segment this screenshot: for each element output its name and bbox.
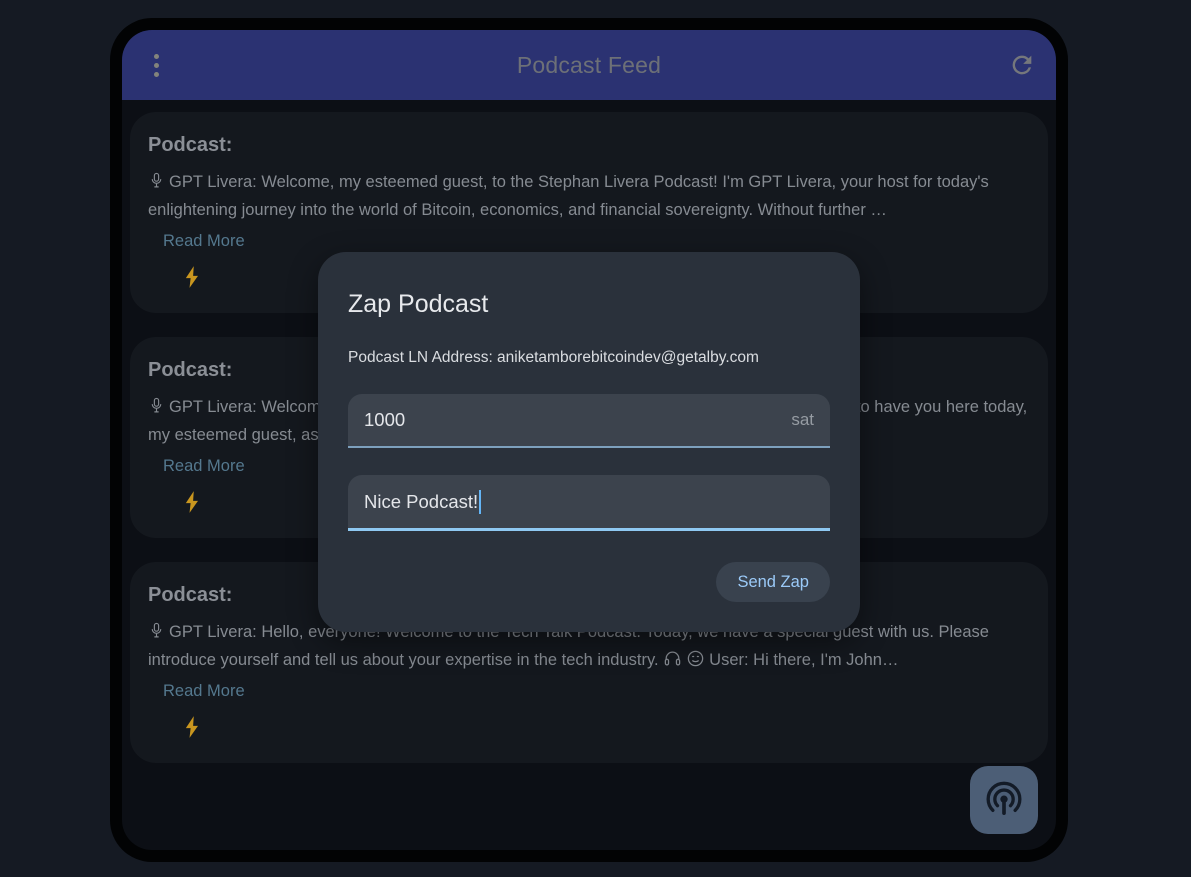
sat-suffix-label: sat (791, 410, 814, 429)
amount-input[interactable]: 1000 sat (348, 394, 830, 448)
app-bar: Podcast Feed (122, 30, 1056, 100)
overflow-menu-icon[interactable] (144, 50, 168, 80)
headphones-icon (663, 649, 682, 670)
dialog-title: Zap Podcast (348, 290, 489, 318)
page-title: Podcast Feed (516, 51, 662, 78)
card-text-content: GPT Livera: Welcome, my esteemed guest, … (148, 173, 989, 219)
amount-value: 1000 (364, 409, 406, 430)
microphone-icon (148, 171, 165, 198)
text-cursor (479, 489, 482, 514)
smiley-icon (686, 649, 705, 670)
microphone-icon (148, 621, 165, 648)
microphone-icon (148, 396, 165, 423)
podcast-fab-button[interactable] (970, 766, 1038, 834)
message-value: Nice Podcast! (364, 490, 479, 512)
zap-podcast-dialog: Zap Podcast Podcast LN Address: aniketam… (318, 252, 860, 632)
card-text-content: User: Hi there, I'm John… (709, 651, 899, 669)
dialog-actions: Send Zap (348, 562, 830, 602)
refresh-icon[interactable] (1008, 51, 1036, 79)
zap-bolt-icon[interactable] (180, 714, 206, 740)
card-text: GPT Livera: Welcome, my esteemed guest, … (148, 170, 1030, 220)
ln-address-label: Podcast LN Address: aniketamborebitcoind… (348, 349, 759, 366)
zap-bolt-icon[interactable] (180, 489, 206, 515)
message-input[interactable]: Nice Podcast! (348, 475, 830, 531)
card-heading: Podcast: (148, 134, 233, 156)
zap-bolt-icon[interactable] (180, 264, 206, 290)
send-zap-button[interactable]: Send Zap (716, 562, 830, 602)
read-more-link[interactable]: Read More (163, 682, 245, 701)
podcasts-icon (986, 781, 1022, 815)
read-more-link[interactable]: Read More (163, 232, 245, 251)
read-more-link[interactable]: Read More (163, 457, 245, 476)
